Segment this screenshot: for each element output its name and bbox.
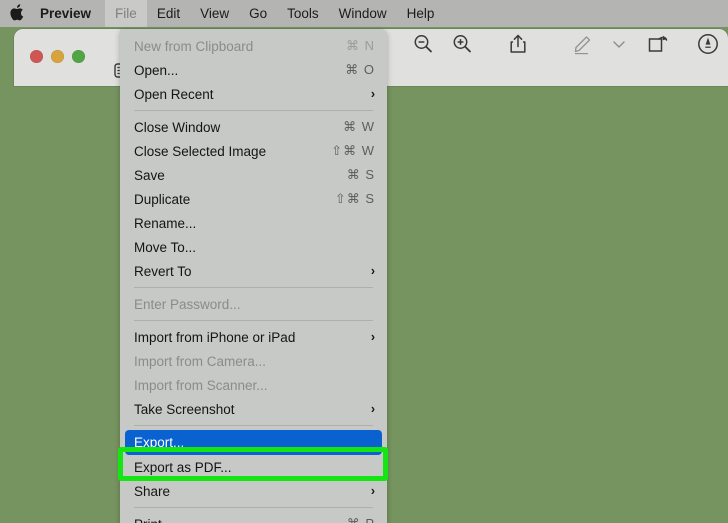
- menubar-item-edit[interactable]: Edit: [147, 0, 190, 27]
- apple-logo-icon[interactable]: [0, 0, 34, 28]
- menu-item-new-from-clipboard: New from Clipboard ⌘ N: [120, 34, 387, 58]
- menu-item-label: Print...: [134, 517, 173, 523]
- submenu-chevron-icon: ›: [370, 86, 375, 101]
- menu-item-label: Move To...: [134, 239, 197, 255]
- menu-item-shortcut: ⌘ N: [346, 38, 375, 53]
- maximize-button[interactable]: [72, 50, 85, 63]
- menu-item-label: Revert To: [134, 263, 192, 279]
- menu-item-close-window[interactable]: Close Window ⌘ W: [120, 115, 387, 139]
- menu-item-label: Export...: [134, 435, 185, 450]
- menu-item-label: Open Recent: [134, 86, 214, 102]
- submenu-chevron-icon: ›: [370, 263, 375, 278]
- screen: Preview File Edit View Go Tools Window H…: [0, 0, 728, 523]
- menu-item-export[interactable]: Export...: [125, 430, 382, 455]
- menu-item-revert-to[interactable]: Revert To ›: [120, 259, 387, 283]
- zoom-out-icon[interactable]: [412, 33, 434, 55]
- menu-item-shortcut: ⇧⌘ W: [331, 143, 375, 158]
- menu-item-import-from-camera: Import from Camera...: [120, 349, 387, 373]
- menu-item-open-recent[interactable]: Open Recent ›: [120, 82, 387, 106]
- menubar-item-file[interactable]: File: [105, 0, 147, 27]
- menubar-item-preview[interactable]: Preview: [34, 0, 105, 27]
- menu-item-label: Duplicate: [134, 191, 191, 207]
- menu-item-label: Import from Camera...: [134, 353, 267, 369]
- chevron-down-icon[interactable]: [611, 38, 627, 50]
- menu-item-export-as-pdf[interactable]: Export as PDF...: [120, 455, 387, 479]
- annotate-icon[interactable]: [696, 32, 720, 56]
- menu-item-shortcut: ⌘ W: [343, 119, 375, 134]
- menu-separator: [134, 425, 373, 426]
- menu-item-take-screenshot[interactable]: Take Screenshot ›: [120, 397, 387, 421]
- menu-item-label: New from Clipboard: [134, 38, 254, 54]
- menu-item-share[interactable]: Share ›: [120, 479, 387, 503]
- submenu-chevron-icon: ›: [370, 329, 375, 344]
- minimize-button[interactable]: [51, 50, 64, 63]
- menu-item-shortcut: ⌘ S: [346, 167, 375, 182]
- menu-item-label: Take Screenshot: [134, 401, 235, 417]
- menu-item-import-from-scanner: Import from Scanner...: [120, 373, 387, 397]
- menubar-item-window[interactable]: Window: [329, 0, 397, 27]
- menu-item-duplicate[interactable]: Duplicate ⇧⌘ S: [120, 187, 387, 211]
- markup-pen-icon[interactable]: [571, 33, 595, 55]
- menu-separator: [134, 110, 373, 111]
- menu-item-rename[interactable]: Rename...: [120, 211, 387, 235]
- menu-separator: [134, 287, 373, 288]
- menu-item-shortcut: ⌘ O: [345, 62, 375, 77]
- menu-item-label: Import from Scanner...: [134, 377, 268, 393]
- close-button[interactable]: [30, 50, 43, 63]
- submenu-chevron-icon: ›: [370, 401, 375, 416]
- menu-item-label: Save: [134, 167, 165, 183]
- menu-item-move-to[interactable]: Move To...: [120, 235, 387, 259]
- menu-separator: [134, 320, 373, 321]
- menu-item-label: Rename...: [134, 215, 197, 231]
- menu-item-label: Close Window: [134, 119, 221, 135]
- submenu-chevron-icon: ›: [370, 483, 375, 498]
- window-traffic-lights: [30, 50, 85, 63]
- menubar-item-view[interactable]: View: [190, 0, 239, 27]
- menu-separator: [134, 507, 373, 508]
- menu-item-label: Import from iPhone or iPad: [134, 329, 296, 345]
- menu-item-print[interactable]: Print... ⌘ P: [120, 512, 387, 523]
- menu-item-import-from-iphone-or-ipad[interactable]: Import from iPhone or iPad ›: [120, 325, 387, 349]
- file-dropdown-menu: New from Clipboard ⌘ N Open... ⌘ O Open Rece…: [120, 29, 387, 523]
- menu-item-enter-password: Enter Password...: [120, 292, 387, 316]
- menu-item-save[interactable]: Save ⌘ S: [120, 163, 387, 187]
- menu-item-label: Export as PDF...: [134, 459, 232, 475]
- system-menu-bar: Preview File Edit View Go Tools Window H…: [0, 0, 728, 27]
- menubar-item-go[interactable]: Go: [239, 0, 277, 27]
- menu-item-shortcut: ⌘ P: [347, 516, 375, 523]
- menu-item-label: Close Selected Image: [134, 143, 267, 159]
- menu-item-label: Open...: [134, 62, 179, 78]
- menu-item-open[interactable]: Open... ⌘ O: [120, 58, 387, 82]
- menubar-item-help[interactable]: Help: [397, 0, 445, 27]
- zoom-in-icon[interactable]: [451, 33, 473, 55]
- menu-item-close-selected-image[interactable]: Close Selected Image ⇧⌘ W: [120, 139, 387, 163]
- menubar-item-tools[interactable]: Tools: [277, 0, 329, 27]
- menu-item-label: Enter Password...: [134, 296, 241, 312]
- share-icon[interactable]: [508, 33, 528, 55]
- menu-item-label: Share: [134, 483, 171, 499]
- rotate-icon[interactable]: [646, 33, 670, 55]
- menu-item-shortcut: ⇧⌘ S: [334, 191, 375, 206]
